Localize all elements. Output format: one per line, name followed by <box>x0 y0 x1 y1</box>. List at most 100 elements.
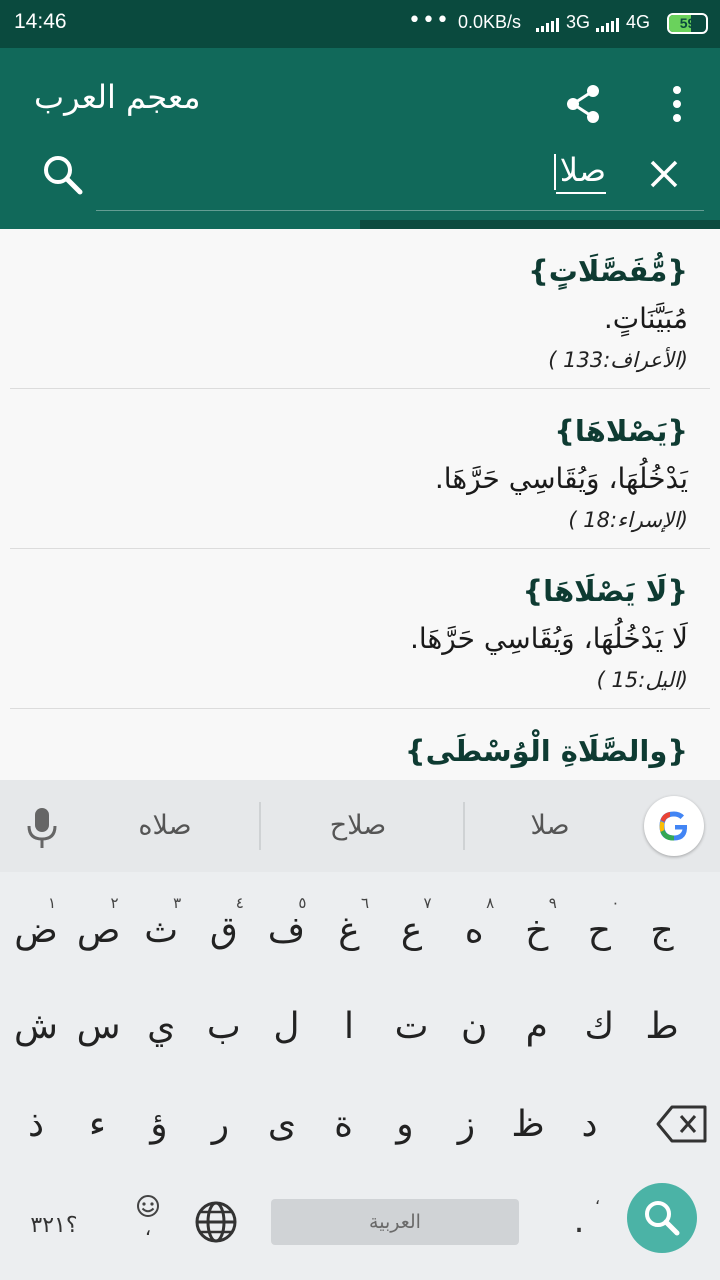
results-list[interactable]: {مُّفَصَّلَاتٍ} مُبَيَّنَاتٍ. (الأعراف:1… <box>0 229 720 780</box>
key-label: ح <box>587 910 612 951</box>
key[interactable]: ط <box>632 986 692 1068</box>
key[interactable]: ج <box>632 890 692 972</box>
language-switch-key[interactable] <box>192 1198 240 1246</box>
key-label: ص <box>76 910 121 951</box>
key[interactable]: ظ <box>498 1084 558 1166</box>
google-logo-icon <box>659 811 688 841</box>
more-vert-icon <box>673 86 681 122</box>
key-label: ع <box>400 910 423 951</box>
signal-bar <box>606 23 609 32</box>
emoji-key-hint: ، <box>144 1216 152 1240</box>
close-icon <box>650 160 678 188</box>
key-hint: ٦ <box>360 894 369 912</box>
key-hint: ٩ <box>548 894 557 912</box>
key[interactable]: ب <box>194 986 254 1068</box>
result-headword: {مُّفَصَّلَاتٍ} <box>528 254 688 288</box>
key-label: ل <box>273 1006 300 1047</box>
key[interactable]: ض١ <box>6 890 66 972</box>
result-definition: لَا يَدْخُلُهَا، وَيُقَاسِي حَرَّهَا. <box>410 622 688 655</box>
key[interactable]: ف٥ <box>256 890 316 972</box>
voice-input-button[interactable] <box>22 806 62 850</box>
network-type-1: 3G <box>566 12 591 32</box>
space-key[interactable]: العربية <box>271 1199 519 1245</box>
key[interactable]: ت <box>382 986 442 1068</box>
search-input[interactable]: صلا <box>96 148 606 204</box>
result-headword: {والصَّلَاةِ الْوُسْطَى} <box>404 734 688 768</box>
key[interactable]: ؤ <box>129 1084 189 1166</box>
key[interactable]: خ٩ <box>507 890 567 972</box>
key[interactable]: ز <box>437 1084 497 1166</box>
globe-icon <box>195 1201 237 1243</box>
keyboard-search-key[interactable] <box>627 1183 697 1253</box>
suggestion-item[interactable]: صلاه <box>90 796 240 856</box>
key-label: ن <box>460 1006 488 1047</box>
key[interactable]: ر <box>191 1084 251 1166</box>
app-title: معجم العرب <box>34 78 201 116</box>
key[interactable]: م <box>507 986 567 1068</box>
key[interactable]: ح٠ <box>569 890 629 972</box>
key-label: م <box>525 1006 548 1047</box>
share-button[interactable] <box>562 82 606 126</box>
result-item[interactable]: {يَصْلاهَا} يَدْخُلُهَا، وَيُقَاسِي حَرَ… <box>10 389 710 549</box>
key-label: ق <box>209 910 238 951</box>
key-hint: ٨ <box>486 894 495 912</box>
symbols-key[interactable]: ؟٣٢١ <box>14 1204 94 1248</box>
result-item[interactable]: {والصَّلَاةِ الْوُسْطَى} <box>10 709 710 780</box>
suggestion-item[interactable]: صلا <box>475 796 625 856</box>
signal-icon <box>536 18 562 32</box>
result-item[interactable]: {مُّفَصَّلَاتٍ} مُبَيَّنَاتٍ. (الأعراف:1… <box>10 229 710 389</box>
key[interactable]: و <box>375 1084 435 1166</box>
period-key[interactable]: . ، <box>554 1190 604 1256</box>
backspace-key[interactable] <box>656 1104 708 1144</box>
key-label: ذ <box>27 1104 45 1145</box>
signal-bar <box>596 28 599 32</box>
key-hint: ٧ <box>423 894 432 912</box>
clear-search-button[interactable] <box>644 154 684 194</box>
search-icon <box>645 1201 680 1236</box>
key[interactable]: س <box>69 986 129 1068</box>
search-button[interactable] <box>40 152 86 198</box>
network-type-2: 4G <box>626 12 651 32</box>
share-icon <box>567 85 599 123</box>
key[interactable]: ن <box>444 986 504 1068</box>
keyboard: ض١ص٢ث٣ق٤ف٥غ٦ع٧ه٨خ٩ح٠جشسيبلاتنمكطذءؤرىةوز… <box>0 872 720 1280</box>
key[interactable]: ق٤ <box>194 890 254 972</box>
microphone-icon <box>27 808 57 848</box>
key[interactable]: ي <box>131 986 191 1068</box>
key-label: ث <box>144 910 179 951</box>
key[interactable]: ة <box>314 1084 374 1166</box>
battery-icon: 59 <box>667 13 708 34</box>
result-definition: مُبَيَّنَاتٍ. <box>603 302 688 335</box>
key[interactable]: ل <box>256 986 316 1068</box>
suggestion-strip: صلاه صلاح صلا <box>0 780 720 872</box>
notification-dots: ••• <box>408 8 450 33</box>
status-bar: 14:46 ••• 0.0KB/s 3G 4G 59 <box>0 0 720 48</box>
suggestion-divider <box>259 802 261 850</box>
key-label: ج <box>650 910 674 951</box>
key[interactable]: د <box>560 1084 620 1166</box>
period-key-label: . <box>573 1201 585 1241</box>
key[interactable]: ى <box>252 1084 312 1166</box>
suggestion-item[interactable]: صلاح <box>283 796 433 856</box>
key[interactable]: غ٦ <box>319 890 379 972</box>
app-bar: معجم العرب صلا <box>0 48 720 220</box>
key[interactable]: ا <box>319 986 379 1068</box>
key[interactable]: ش <box>6 986 66 1068</box>
emoji-key[interactable]: ، <box>128 1192 168 1256</box>
more-options-button[interactable] <box>660 82 694 126</box>
result-item[interactable]: {لَا يَصْلَاهَا} لَا يَدْخُلُهَا، وَيُقَ… <box>10 549 710 709</box>
key[interactable]: ث٣ <box>131 890 191 972</box>
key-label: ه <box>464 910 484 951</box>
key[interactable]: ه٨ <box>444 890 504 972</box>
key-label: خ <box>525 910 549 951</box>
google-button[interactable] <box>644 796 704 856</box>
key[interactable]: ص٢ <box>69 890 129 972</box>
key-label: ز <box>457 1104 476 1145</box>
key-label: س <box>76 1006 121 1047</box>
key[interactable]: ء <box>68 1084 128 1166</box>
key[interactable]: ع٧ <box>382 890 442 972</box>
key-label: ؤ <box>150 1104 168 1145</box>
key[interactable]: ك <box>569 986 629 1068</box>
key-hint: ١ <box>47 894 56 912</box>
key[interactable]: ذ <box>6 1084 66 1166</box>
